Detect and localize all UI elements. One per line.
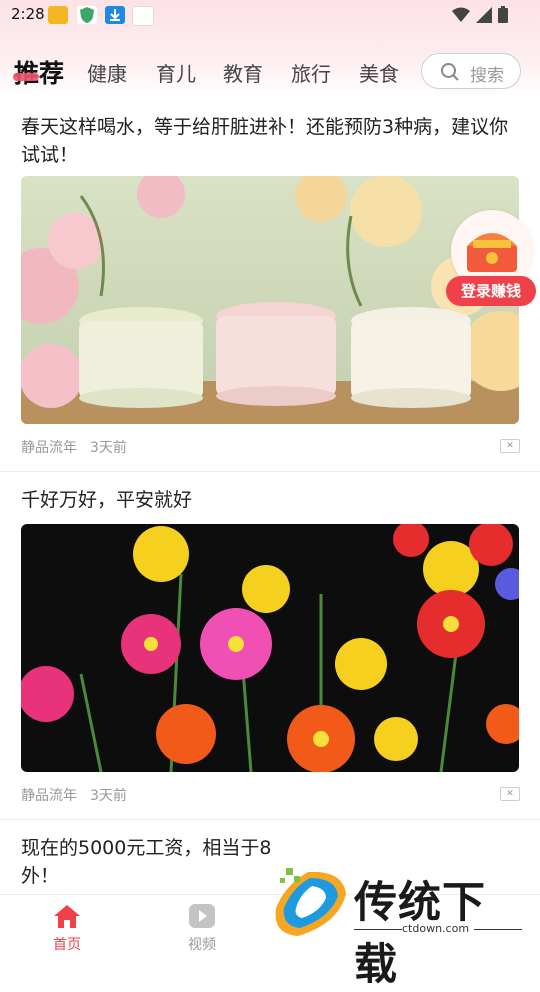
ctdown-logo-icon xyxy=(275,868,346,936)
home-icon xyxy=(54,905,80,928)
article-card[interactable]: 千好万好，平安就好 静品流年 3天前 ✕ xyxy=(0,472,540,818)
watermark-logo: 传统下载 ctdown.com xyxy=(262,862,524,990)
download-notification-icon xyxy=(105,6,125,24)
article-image[interactable] xyxy=(21,524,519,772)
system-icons xyxy=(452,6,508,23)
close-icon[interactable]: ✕ xyxy=(500,439,520,453)
tab-education[interactable]: 教育 xyxy=(223,58,263,87)
battery-icon xyxy=(498,6,508,23)
article-time: 3天前 xyxy=(90,788,127,804)
tab-parenting[interactable]: 育儿 xyxy=(156,58,196,87)
login-reward-float[interactable]: 登录赚钱 xyxy=(445,210,537,310)
tab-health[interactable]: 健康 xyxy=(87,58,127,87)
nav-home-label: 首页 xyxy=(53,937,81,953)
search-icon xyxy=(441,63,459,81)
news-notification-icon xyxy=(132,6,154,26)
article-title-line2: 外！ xyxy=(21,865,60,887)
status-bar: 2:28 xyxy=(0,0,540,32)
article-time: 3天前 xyxy=(90,440,127,456)
article-title-line1: 现在的5000元工资，相当于8 xyxy=(21,837,272,859)
tab-travel[interactable]: 旅行 xyxy=(291,58,331,87)
search-input[interactable]: 搜索 xyxy=(421,53,521,89)
close-icon[interactable]: ✕ xyxy=(500,787,520,801)
search-placeholder: 搜索 xyxy=(470,66,504,86)
article-title[interactable]: 千好万好，平安就好 xyxy=(21,486,521,514)
watermark-line-left xyxy=(354,929,402,930)
app-notification-icon xyxy=(48,6,68,24)
nav-video[interactable]: 视频 xyxy=(172,903,232,954)
login-earn-button[interactable]: 登录赚钱 xyxy=(446,276,536,306)
active-tab-indicator xyxy=(13,73,39,81)
status-time: 2:28 xyxy=(11,5,45,23)
watermark-url: ctdown.com xyxy=(402,922,470,935)
watermark-line-right xyxy=(474,929,522,930)
wifi-icon xyxy=(452,7,470,22)
play-icon xyxy=(189,904,215,928)
article-source: 静品流年 xyxy=(21,788,77,804)
article-source: 静品流年 xyxy=(21,440,77,456)
signal-icon xyxy=(476,6,492,23)
nav-video-label: 视频 xyxy=(188,937,216,953)
article-title[interactable]: 春天这样喝水，等于给肝脏进补！还能预防3种病，建议你试试！ xyxy=(21,113,521,169)
shield-notification-icon xyxy=(77,6,97,24)
nav-home[interactable]: 首页 xyxy=(37,903,97,954)
tab-recommend[interactable]: 推荐 xyxy=(14,54,64,90)
tab-food[interactable]: 美食 xyxy=(359,58,399,87)
